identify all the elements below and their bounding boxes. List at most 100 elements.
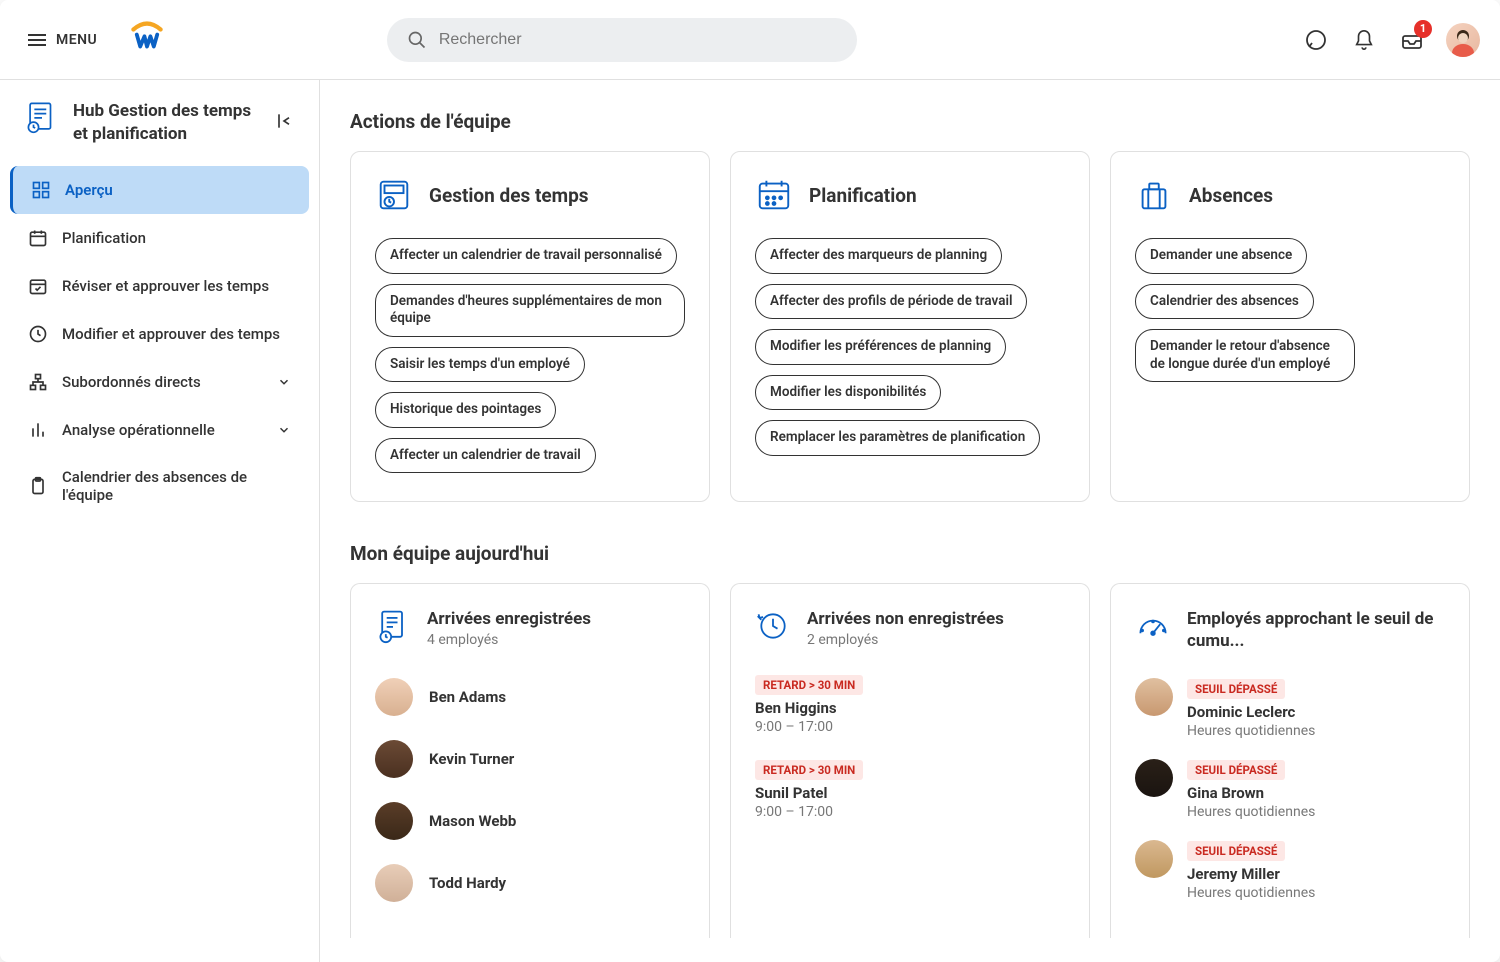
entry-sub: Heures quotidiennes bbox=[1187, 723, 1315, 739]
hamburger-icon bbox=[28, 34, 46, 46]
clipboard-icon bbox=[28, 476, 48, 496]
nav-label: Réviser et approuver les temps bbox=[62, 277, 269, 295]
action-pill[interactable]: Affecter un calendrier de travail bbox=[375, 438, 596, 474]
calendar-check-icon bbox=[28, 276, 48, 296]
search-icon bbox=[407, 30, 427, 50]
team-card-title: Employés approchant le seuil de cumu... bbox=[1187, 608, 1445, 652]
card-threshold: Employés approchant le seuil de cumu... … bbox=[1110, 583, 1470, 938]
card-title: Planification bbox=[809, 184, 917, 207]
threshold-entry[interactable]: SEUIL DÉPASSÉ Gina Brown Heures quotidie… bbox=[1135, 751, 1445, 832]
person-name: Mason Webb bbox=[429, 812, 516, 830]
workday-logo[interactable] bbox=[130, 21, 164, 59]
entry-name: Jeremy Miller bbox=[1187, 865, 1315, 883]
hub-title: Hub Gestion des temps et planification bbox=[10, 100, 309, 166]
nav-overview[interactable]: Aperçu bbox=[10, 166, 309, 214]
menu-label: MENU bbox=[56, 32, 97, 48]
search-bar[interactable] bbox=[387, 18, 857, 62]
team-card-title: Arrivées non enregistrées bbox=[807, 608, 1004, 630]
action-pill[interactable]: Demander une absence bbox=[1135, 238, 1307, 274]
card-title: Absences bbox=[1189, 184, 1273, 207]
user-avatar[interactable] bbox=[1446, 23, 1480, 57]
action-pill[interactable]: Demander le retour d'absence de longue d… bbox=[1135, 329, 1355, 382]
entry-name: Dominic Leclerc bbox=[1187, 703, 1315, 721]
entry-name: Sunil Patel bbox=[755, 784, 1065, 802]
person-row[interactable]: Kevin Turner bbox=[375, 728, 685, 790]
action-pill[interactable]: Affecter des profils de période de trava… bbox=[755, 284, 1027, 320]
avatar bbox=[1135, 759, 1173, 797]
not-clocked-icon bbox=[755, 608, 791, 644]
sidebar: Hub Gestion des temps et planification A… bbox=[0, 80, 320, 962]
hub-title-text: Hub Gestion des temps et planification bbox=[73, 100, 260, 146]
chat-icon bbox=[1304, 28, 1328, 52]
notifications-button[interactable] bbox=[1350, 26, 1378, 54]
collapse-sidebar-button[interactable] bbox=[274, 111, 294, 135]
threshold-tag: SEUIL DÉPASSÉ bbox=[1187, 760, 1285, 780]
entry-sub: Heures quotidiennes bbox=[1187, 885, 1315, 901]
avatar bbox=[1135, 678, 1173, 716]
entry-sub: Heures quotidiennes bbox=[1187, 804, 1315, 820]
action-pill[interactable]: Affecter un calendrier de travail person… bbox=[375, 238, 677, 274]
clocked-in-icon bbox=[375, 608, 411, 644]
assistant-button[interactable] bbox=[1302, 26, 1330, 54]
menu-button[interactable]: MENU bbox=[20, 24, 105, 56]
nav-modify-time[interactable]: Modifier et approuver des temps bbox=[10, 310, 309, 358]
nav-review-time[interactable]: Réviser et approuver les temps bbox=[10, 262, 309, 310]
team-card-sub: 4 employés bbox=[427, 632, 591, 648]
action-pill[interactable]: Affecter des marqueurs de planning bbox=[755, 238, 1002, 274]
late-entry[interactable]: RETARD > 30 MIN Ben Higgins 9:00 – 17:00 bbox=[755, 666, 1065, 751]
person-row[interactable]: Mason Webb bbox=[375, 790, 685, 852]
nav-planning[interactable]: Planification bbox=[10, 214, 309, 262]
entry-name: Gina Brown bbox=[1187, 784, 1315, 802]
avatar bbox=[375, 864, 413, 902]
inbox-button[interactable]: 1 bbox=[1398, 26, 1426, 54]
nav-analytics[interactable]: Analyse opérationnelle bbox=[10, 406, 309, 454]
clock-icon bbox=[28, 324, 48, 344]
nav-label: Subordonnés directs bbox=[62, 373, 201, 391]
nav-label: Modifier et approuver des temps bbox=[62, 325, 280, 343]
team-card-sub: 2 employés bbox=[807, 632, 1004, 648]
threshold-entry[interactable]: SEUIL DÉPASSÉ Dominic Leclerc Heures quo… bbox=[1135, 670, 1445, 751]
person-row[interactable]: Todd Hardy bbox=[375, 852, 685, 914]
action-pill[interactable]: Modifier les préférences de planning bbox=[755, 329, 1006, 365]
time-mgmt-icon bbox=[375, 176, 413, 214]
section-team-today-title: Mon équipe aujourd'hui bbox=[350, 542, 1470, 565]
action-pill[interactable]: Saisir les temps d'un employé bbox=[375, 347, 585, 383]
action-pill[interactable]: Historique des pointages bbox=[375, 392, 556, 428]
section-team-actions-title: Actions de l'équipe bbox=[350, 110, 1470, 133]
chevron-down-icon bbox=[277, 375, 291, 389]
action-pill[interactable]: Modifier les disponibilités bbox=[755, 375, 941, 411]
threshold-tag: SEUIL DÉPASSÉ bbox=[1187, 679, 1285, 699]
nav-label: Calendrier des absences de l'équipe bbox=[62, 468, 291, 504]
gauge-icon bbox=[1135, 608, 1171, 644]
card-time-management: Gestion des temps Affecter un calendrier… bbox=[350, 151, 710, 502]
threshold-entry[interactable]: SEUIL DÉPASSÉ Jeremy Miller Heures quoti… bbox=[1135, 832, 1445, 913]
card-absences: Absences Demander une absence Calendrier… bbox=[1110, 151, 1470, 502]
nav-direct-reports[interactable]: Subordonnés directs bbox=[10, 358, 309, 406]
late-tag: RETARD > 30 MIN bbox=[755, 675, 863, 695]
avatar bbox=[1135, 840, 1173, 878]
nav-label: Analyse opérationnelle bbox=[62, 421, 215, 439]
grid-icon bbox=[31, 180, 51, 200]
main-content: Actions de l'équipe Gestion des temps Af… bbox=[320, 80, 1500, 962]
search-input[interactable] bbox=[439, 31, 837, 49]
person-name: Ben Adams bbox=[429, 688, 506, 706]
calendar-icon bbox=[28, 228, 48, 248]
nav-team-calendar[interactable]: Calendrier des absences de l'équipe bbox=[10, 454, 309, 518]
action-pill[interactable]: Calendrier des absences bbox=[1135, 284, 1314, 320]
action-pill[interactable]: Remplacer les paramètres de planificatio… bbox=[755, 420, 1040, 456]
avatar bbox=[375, 802, 413, 840]
avatar bbox=[375, 740, 413, 778]
avatar bbox=[375, 678, 413, 716]
person-row[interactable]: Ben Adams bbox=[375, 666, 685, 728]
team-card-title: Arrivées enregistrées bbox=[427, 608, 591, 630]
late-entry[interactable]: RETARD > 30 MIN Sunil Patel 9:00 – 17:00 bbox=[755, 751, 1065, 836]
card-clocked-in: Arrivées enregistrées 4 employés Ben Ada… bbox=[350, 583, 710, 938]
bell-icon bbox=[1353, 29, 1375, 51]
inbox-badge: 1 bbox=[1414, 20, 1432, 38]
card-not-clocked: Arrivées non enregistrées 2 employés RET… bbox=[730, 583, 1090, 938]
action-pill[interactable]: Demandes d'heures supplémentaires de mon… bbox=[375, 284, 685, 337]
entry-time: 9:00 – 17:00 bbox=[755, 804, 1065, 820]
person-name: Kevin Turner bbox=[429, 750, 514, 768]
chevron-down-icon bbox=[277, 423, 291, 437]
suitcase-icon bbox=[1135, 176, 1173, 214]
